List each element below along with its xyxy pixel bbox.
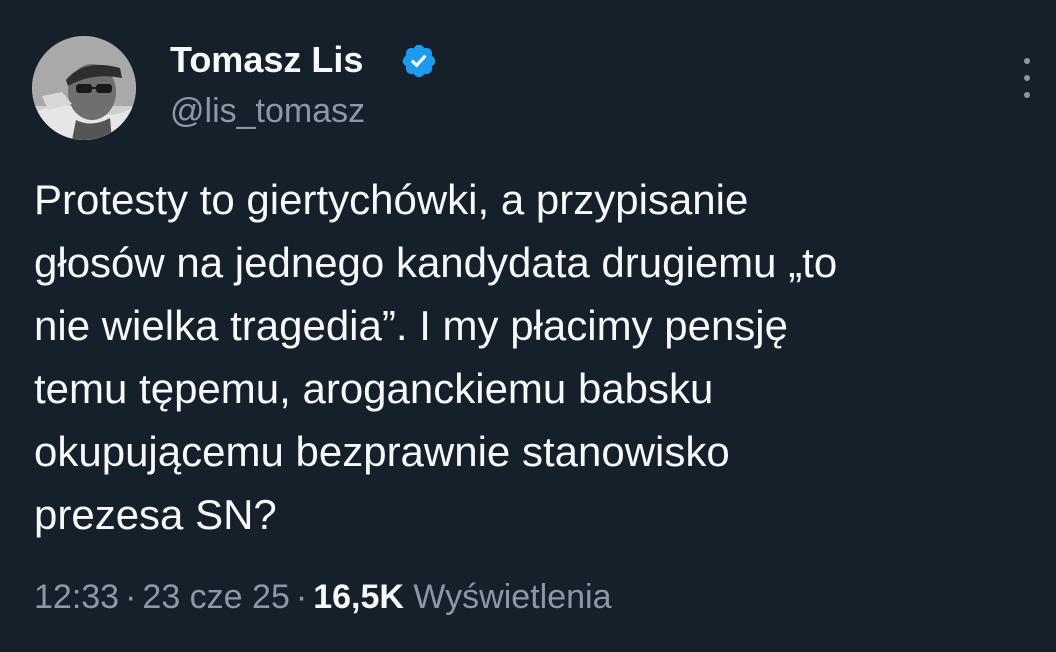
tweet-text-line: temu tępemu, aroganckiemu babsku: [34, 365, 714, 412]
tweet-meta: 12:33 · 23 cze 25 · 16,5K Wyświetlenia: [34, 576, 611, 618]
more-vertical-icon: [1024, 92, 1030, 98]
author-avatar[interactable]: [32, 36, 136, 140]
tweet-text-line: głosów na jednego kandydata drugiemu „to: [34, 239, 838, 286]
more-options-button[interactable]: [1010, 58, 1044, 98]
views-link[interactable]: 16,5K Wyświetlenia: [313, 578, 611, 616]
author-name[interactable]: Tomasz Lis: [170, 38, 363, 82]
avatar-photo-icon: [32, 36, 136, 140]
meta-separator: ·: [295, 578, 308, 616]
tweet-text-line: Protesty to giertychówki, a przypisanie: [34, 176, 749, 223]
tweet: Tomasz Lis @lis_tomasz Protesty to giert…: [0, 0, 1056, 652]
tweet-text: Protesty to giertychówki, a przypisanie …: [34, 168, 1034, 546]
tweet-text-line: okupującemu bezprawnie stanowisko: [34, 428, 730, 475]
views-count: 16,5K: [313, 578, 404, 616]
author-handle[interactable]: @lis_tomasz: [170, 90, 365, 132]
verified-badge-icon: [402, 44, 436, 78]
tweet-text-line: prezesa SN?: [34, 491, 277, 538]
more-vertical-icon: [1024, 58, 1030, 64]
views-label: Wyświetlenia: [413, 578, 612, 616]
meta-separator: ·: [125, 578, 137, 616]
tweet-text-line: nie wielka tragedia”. I my płacimy pensj…: [34, 302, 788, 349]
more-vertical-icon: [1024, 75, 1030, 81]
tweet-timestamp-link[interactable]: 12:33 · 23 cze 25: [34, 578, 290, 616]
tweet-time: 12:33: [34, 578, 120, 616]
tweet-date: 23 cze 25: [142, 578, 290, 616]
